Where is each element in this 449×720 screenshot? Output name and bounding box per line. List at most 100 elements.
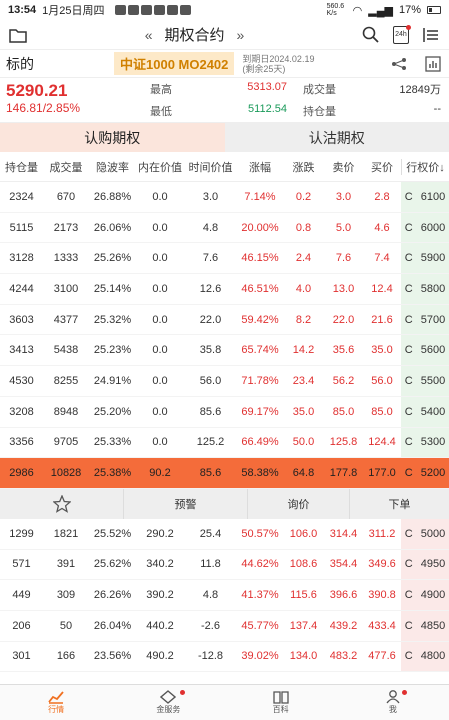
table-row[interactable]: 206 50 26.04% 440.2 -2.6 45.77% 137.4 439.2 433.… bbox=[0, 610, 449, 642]
cell: 0.0 bbox=[152, 344, 168, 357]
nav-market[interactable]: 行情 bbox=[0, 685, 112, 720]
col-ask[interactable]: 卖价 bbox=[324, 159, 363, 175]
strike-cell: C 5800 bbox=[401, 274, 449, 304]
cell: 166 bbox=[56, 650, 76, 663]
cell: 41.37% bbox=[241, 589, 279, 602]
cell: 4.6 bbox=[374, 221, 390, 234]
list-icon[interactable] bbox=[421, 25, 441, 45]
cell: 0.0 bbox=[152, 190, 168, 203]
nav-me[interactable]: 我 bbox=[337, 685, 449, 720]
inquiry-button[interactable]: 询价 bbox=[248, 488, 350, 519]
volume-label: 成交量 bbox=[303, 84, 336, 96]
col-change[interactable]: 涨跌 bbox=[283, 159, 324, 175]
cell: 0.0 bbox=[152, 221, 168, 234]
strike-price: 5600 bbox=[420, 344, 446, 357]
chart-icon[interactable] bbox=[423, 54, 443, 74]
col-strike[interactable]: 行权价↓ bbox=[401, 158, 449, 175]
cell: 290.2 bbox=[146, 527, 174, 540]
strike-cell: C 5400 bbox=[401, 396, 449, 427]
tab-put[interactable]: 认沽期权 bbox=[224, 123, 449, 152]
nav-finance-service[interactable]: 金服务 bbox=[112, 685, 224, 720]
table-row[interactable]: 301 166 23.56% 490.2 -12.8 39.02% 134.0 483.2 47… bbox=[0, 641, 449, 673]
table-row[interactable]: 3413 5438 25.23% 0.0 35.8 65.74% 14.2 35.6 35.0 C… bbox=[0, 335, 449, 367]
cell: 390.2 bbox=[146, 589, 174, 602]
next-contract-button[interactable]: » bbox=[237, 27, 245, 43]
battery-percent: 17% bbox=[398, 4, 421, 16]
col-volume[interactable]: 成交量 bbox=[43, 159, 89, 175]
contract-code-button[interactable]: 中证1000 MO2402 bbox=[114, 52, 235, 75]
cell: 45.77% bbox=[241, 619, 279, 632]
prev-contract-button[interactable]: « bbox=[145, 27, 153, 43]
favorite-button[interactable] bbox=[0, 488, 124, 519]
notification-dot bbox=[401, 690, 407, 695]
page-title: 期权合约 bbox=[164, 27, 225, 44]
option-type: C bbox=[404, 558, 413, 571]
strike-price: 5300 bbox=[420, 436, 446, 449]
option-rows-top: 2324 670 26.88% 0.0 3.0 7.14% 0.2 3.0 2.8 C 6100 51… bbox=[0, 182, 449, 459]
option-type: C bbox=[404, 436, 413, 449]
status-bar: 13:54 1月25日周四 560.6 K/s ◠ ▂▄▆ 17% bbox=[0, 0, 449, 20]
cell: 439.2 bbox=[329, 619, 358, 632]
option-type: C bbox=[404, 589, 413, 602]
cell: 14.2 bbox=[292, 344, 315, 357]
folder-icon[interactable] bbox=[8, 25, 28, 45]
table-row[interactable]: 3128 1333 25.26% 0.0 7.6 46.15% 2.4 7.6 7.4 C 5900 bbox=[0, 243, 449, 275]
cell: 137.4 bbox=[289, 619, 318, 632]
table-row[interactable]: 5115 2173 26.06% 0.0 4.8 20.00% 0.8 5.0 4.6 C 6000 bbox=[0, 212, 449, 244]
cell: 5438 bbox=[53, 344, 79, 357]
cell: 396.6 bbox=[329, 589, 358, 602]
star-icon bbox=[52, 494, 71, 513]
days-remaining: (剩余25天) bbox=[242, 63, 286, 74]
cell: 69.17% bbox=[241, 405, 279, 418]
alert-button[interactable]: 预警 bbox=[124, 488, 248, 519]
cell: 25.4 bbox=[199, 527, 222, 540]
cell: 65.74% bbox=[241, 344, 279, 357]
cell: 5115 bbox=[9, 221, 34, 234]
cell: 25.14% bbox=[93, 282, 132, 295]
share-icon[interactable] bbox=[389, 54, 409, 74]
table-row[interactable]: 1299 1821 25.52% 290.2 25.4 50.57% 106.0 314.4 3… bbox=[0, 518, 449, 550]
strike-cell: C 4950 bbox=[401, 549, 449, 580]
strike-cell: C 5700 bbox=[401, 304, 449, 335]
table-row-selected[interactable]: 2986 10828 25.38% 90.2 85.6 58.38% 64.8 … bbox=[0, 458, 449, 489]
table-row[interactable]: 2324 670 26.88% 0.0 3.0 7.14% 0.2 3.0 2.8 C 6100 bbox=[0, 182, 449, 213]
24h-icon[interactable]: 24h bbox=[391, 24, 411, 45]
cell: 35.0 bbox=[371, 344, 393, 357]
nav-encyclopedia-label: 百科 bbox=[272, 705, 289, 714]
status-date: 1月25日周四 bbox=[42, 5, 105, 17]
cell: 25.23% bbox=[93, 344, 132, 357]
cell: 25.38% bbox=[93, 467, 132, 480]
tab-call[interactable]: 认购期权 bbox=[0, 123, 225, 152]
table-row[interactable]: 571 391 25.62% 340.2 11.8 44.62% 108.6 354.4 349… bbox=[0, 549, 449, 581]
table-row[interactable]: 4530 8255 24.91% 0.0 56.0 71.78% 23.4 56.2 56.0 C… bbox=[0, 366, 449, 397]
col-time-value[interactable]: 时间价值 bbox=[184, 159, 237, 175]
cell: 309 bbox=[56, 589, 76, 602]
search-icon[interactable] bbox=[361, 25, 381, 45]
nav-encyclopedia[interactable]: 百科 bbox=[225, 685, 337, 720]
cell: 2173 bbox=[53, 221, 79, 234]
col-intrinsic-value[interactable]: 内在价值 bbox=[136, 159, 184, 175]
cell: 25.26% bbox=[93, 252, 132, 265]
order-button[interactable]: 下单 bbox=[350, 489, 449, 519]
cell: 64.8 bbox=[292, 467, 315, 480]
table-row[interactable]: 449 309 26.26% 390.2 4.8 41.37% 115.6 396.6 390.… bbox=[0, 580, 449, 611]
cell: 85.6 bbox=[199, 405, 222, 418]
cell: 22.0 bbox=[332, 313, 355, 326]
strike-price: 5200 bbox=[420, 467, 446, 480]
cell: 12.4 bbox=[371, 282, 393, 295]
cell: 50 bbox=[59, 619, 73, 632]
col-bid[interactable]: 买价 bbox=[363, 159, 401, 175]
table-row[interactable]: 3356 9705 25.33% 0.0 125.2 66.49% 50.0 125.8 124… bbox=[0, 427, 449, 459]
col-open-interest[interactable]: 持仓量 bbox=[0, 159, 43, 175]
cell: 3128 bbox=[9, 252, 34, 265]
col-change-pct[interactable]: 涨幅 bbox=[237, 159, 283, 175]
col-implied-vol[interactable]: 隐波率 bbox=[89, 159, 136, 175]
table-row[interactable]: 4244 3100 25.14% 0.0 12.6 46.51% 4.0 13.0 12.4 C 5… bbox=[0, 274, 449, 305]
high-label: 最高 bbox=[150, 84, 172, 96]
table-row[interactable]: 3208 8948 25.20% 0.0 85.6 69.17% 35.0 85.0 85.0 C… bbox=[0, 396, 449, 428]
table-row[interactable]: 3603 4377 25.32% 0.0 22.0 59.42% 8.2 22.0 21.6 C 5… bbox=[0, 304, 449, 336]
market-icon bbox=[48, 691, 64, 704]
cell: 314.4 bbox=[329, 527, 358, 540]
open-interest-value: -- bbox=[433, 103, 441, 115]
cell: 0.0 bbox=[152, 252, 168, 265]
